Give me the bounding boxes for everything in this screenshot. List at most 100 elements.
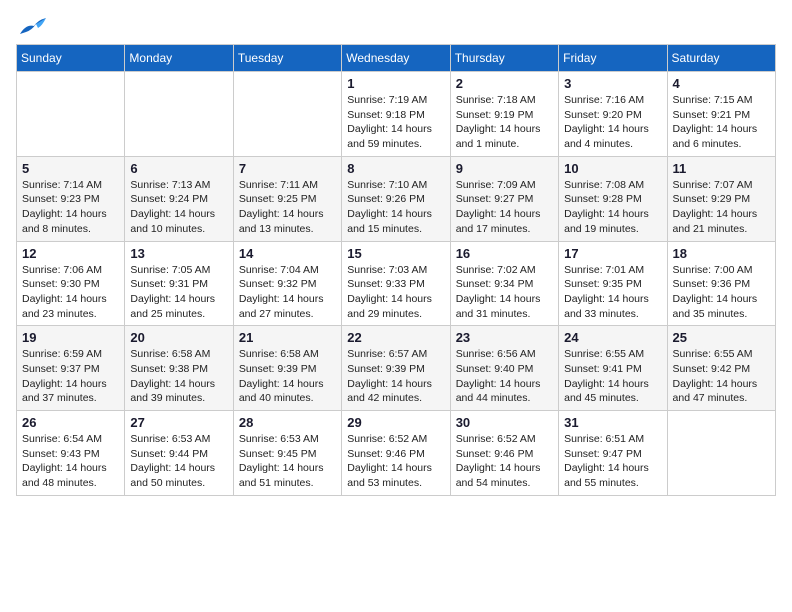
day-info: Sunrise: 7:01 AM Sunset: 9:35 PM Dayligh… xyxy=(564,263,661,322)
day-info: Sunrise: 7:13 AM Sunset: 9:24 PM Dayligh… xyxy=(130,178,227,237)
day-info: Sunrise: 7:08 AM Sunset: 9:28 PM Dayligh… xyxy=(564,178,661,237)
day-info: Sunrise: 7:00 AM Sunset: 9:36 PM Dayligh… xyxy=(673,263,770,322)
calendar-cell: 8 Sunrise: 7:10 AM Sunset: 9:26 PM Daylig… xyxy=(342,156,450,241)
calendar-cell: 9 Sunrise: 7:09 AM Sunset: 9:27 PM Daylig… xyxy=(450,156,558,241)
day-info: Sunrise: 7:03 AM Sunset: 9:33 PM Dayligh… xyxy=(347,263,444,322)
calendar-cell: 17 Sunrise: 7:01 AM Sunset: 9:35 PM Dayli… xyxy=(559,241,667,326)
calendar-cell: 15 Sunrise: 7:03 AM Sunset: 9:33 PM Dayli… xyxy=(342,241,450,326)
day-info: Sunrise: 6:56 AM Sunset: 9:40 PM Dayligh… xyxy=(456,347,553,406)
calendar-cell: 16 Sunrise: 7:02 AM Sunset: 9:34 PM Dayli… xyxy=(450,241,558,326)
day-info: Sunrise: 7:19 AM Sunset: 9:18 PM Dayligh… xyxy=(347,93,444,152)
day-info: Sunrise: 6:59 AM Sunset: 9:37 PM Dayligh… xyxy=(22,347,119,406)
day-number: 18 xyxy=(673,246,770,261)
calendar-week-row: 19 Sunrise: 6:59 AM Sunset: 9:37 PM Dayli… xyxy=(17,326,776,411)
weekday-header-sunday: Sunday xyxy=(17,45,125,72)
day-info: Sunrise: 7:15 AM Sunset: 9:21 PM Dayligh… xyxy=(673,93,770,152)
day-info: Sunrise: 7:14 AM Sunset: 9:23 PM Dayligh… xyxy=(22,178,119,237)
day-number: 24 xyxy=(564,330,661,345)
day-info: Sunrise: 6:55 AM Sunset: 9:42 PM Dayligh… xyxy=(673,347,770,406)
day-number: 1 xyxy=(347,76,444,91)
day-number: 31 xyxy=(564,415,661,430)
day-info: Sunrise: 7:04 AM Sunset: 9:32 PM Dayligh… xyxy=(239,263,336,322)
calendar-cell: 23 Sunrise: 6:56 AM Sunset: 9:40 PM Dayli… xyxy=(450,326,558,411)
calendar-table: SundayMondayTuesdayWednesdayThursdayFrid… xyxy=(16,44,776,496)
day-number: 30 xyxy=(456,415,553,430)
page-header xyxy=(16,16,776,36)
calendar-cell: 5 Sunrise: 7:14 AM Sunset: 9:23 PM Daylig… xyxy=(17,156,125,241)
day-number: 6 xyxy=(130,161,227,176)
day-number: 5 xyxy=(22,161,119,176)
day-number: 8 xyxy=(347,161,444,176)
calendar-cell: 29 Sunrise: 6:52 AM Sunset: 9:46 PM Dayli… xyxy=(342,411,450,496)
day-info: Sunrise: 7:07 AM Sunset: 9:29 PM Dayligh… xyxy=(673,178,770,237)
calendar-week-row: 1 Sunrise: 7:19 AM Sunset: 9:18 PM Daylig… xyxy=(17,72,776,157)
calendar-week-row: 5 Sunrise: 7:14 AM Sunset: 9:23 PM Daylig… xyxy=(17,156,776,241)
day-number: 2 xyxy=(456,76,553,91)
day-number: 12 xyxy=(22,246,119,261)
calendar-cell: 28 Sunrise: 6:53 AM Sunset: 9:45 PM Dayli… xyxy=(233,411,341,496)
calendar-cell xyxy=(233,72,341,157)
day-number: 3 xyxy=(564,76,661,91)
day-info: Sunrise: 7:10 AM Sunset: 9:26 PM Dayligh… xyxy=(347,178,444,237)
day-info: Sunrise: 6:58 AM Sunset: 9:39 PM Dayligh… xyxy=(239,347,336,406)
calendar-week-row: 26 Sunrise: 6:54 AM Sunset: 9:43 PM Dayli… xyxy=(17,411,776,496)
calendar-week-row: 12 Sunrise: 7:06 AM Sunset: 9:30 PM Dayli… xyxy=(17,241,776,326)
day-number: 14 xyxy=(239,246,336,261)
calendar-cell: 1 Sunrise: 7:19 AM Sunset: 9:18 PM Daylig… xyxy=(342,72,450,157)
calendar-cell: 30 Sunrise: 6:52 AM Sunset: 9:46 PM Dayli… xyxy=(450,411,558,496)
weekday-header-monday: Monday xyxy=(125,45,233,72)
calendar-cell: 24 Sunrise: 6:55 AM Sunset: 9:41 PM Dayli… xyxy=(559,326,667,411)
calendar-cell: 2Sunrise: 7:18 AM Sunset: 9:19 PM Daylig… xyxy=(450,72,558,157)
day-info: Sunrise: 7:06 AM Sunset: 9:30 PM Dayligh… xyxy=(22,263,119,322)
calendar-cell xyxy=(667,411,775,496)
day-info: Sunrise: 7:02 AM Sunset: 9:34 PM Dayligh… xyxy=(456,263,553,322)
calendar-cell: 27 Sunrise: 6:53 AM Sunset: 9:44 PM Dayli… xyxy=(125,411,233,496)
day-info: Sunrise: 7:16 AM Sunset: 9:20 PM Dayligh… xyxy=(564,93,661,152)
calendar-cell: 26 Sunrise: 6:54 AM Sunset: 9:43 PM Dayli… xyxy=(17,411,125,496)
calendar-cell: 6 Sunrise: 7:13 AM Sunset: 9:24 PM Daylig… xyxy=(125,156,233,241)
day-number: 28 xyxy=(239,415,336,430)
weekday-header-wednesday: Wednesday xyxy=(342,45,450,72)
day-number: 23 xyxy=(456,330,553,345)
day-number: 10 xyxy=(564,161,661,176)
day-number: 11 xyxy=(673,161,770,176)
calendar-cell: 12 Sunrise: 7:06 AM Sunset: 9:30 PM Dayli… xyxy=(17,241,125,326)
calendar-cell: 20Sunrise: 6:58 AM Sunset: 9:38 PM Dayli… xyxy=(125,326,233,411)
day-number: 15 xyxy=(347,246,444,261)
day-info: Sunrise: 6:55 AM Sunset: 9:41 PM Dayligh… xyxy=(564,347,661,406)
calendar-cell: 4Sunrise: 7:15 AM Sunset: 9:21 PM Daylig… xyxy=(667,72,775,157)
day-info: Sunrise: 6:54 AM Sunset: 9:43 PM Dayligh… xyxy=(22,432,119,491)
calendar-cell: 11 Sunrise: 7:07 AM Sunset: 9:29 PM Dayli… xyxy=(667,156,775,241)
day-info: Sunrise: 7:11 AM Sunset: 9:25 PM Dayligh… xyxy=(239,178,336,237)
calendar-cell: 25 Sunrise: 6:55 AM Sunset: 9:42 PM Dayli… xyxy=(667,326,775,411)
weekday-header-thursday: Thursday xyxy=(450,45,558,72)
day-number: 26 xyxy=(22,415,119,430)
calendar-cell xyxy=(125,72,233,157)
day-number: 17 xyxy=(564,246,661,261)
calendar-cell: 31Sunrise: 6:51 AM Sunset: 9:47 PM Dayli… xyxy=(559,411,667,496)
day-number: 13 xyxy=(130,246,227,261)
day-info: Sunrise: 6:53 AM Sunset: 9:44 PM Dayligh… xyxy=(130,432,227,491)
day-number: 21 xyxy=(239,330,336,345)
weekday-header-saturday: Saturday xyxy=(667,45,775,72)
day-number: 19 xyxy=(22,330,119,345)
day-info: Sunrise: 7:05 AM Sunset: 9:31 PM Dayligh… xyxy=(130,263,227,322)
day-number: 16 xyxy=(456,246,553,261)
day-number: 20 xyxy=(130,330,227,345)
calendar-cell: 21 Sunrise: 6:58 AM Sunset: 9:39 PM Dayli… xyxy=(233,326,341,411)
day-info: Sunrise: 7:09 AM Sunset: 9:27 PM Dayligh… xyxy=(456,178,553,237)
calendar-cell: 7Sunrise: 7:11 AM Sunset: 9:25 PM Daylig… xyxy=(233,156,341,241)
calendar-cell xyxy=(17,72,125,157)
day-info: Sunrise: 6:57 AM Sunset: 9:39 PM Dayligh… xyxy=(347,347,444,406)
day-number: 27 xyxy=(130,415,227,430)
day-number: 29 xyxy=(347,415,444,430)
calendar-cell: 10 Sunrise: 7:08 AM Sunset: 9:28 PM Dayli… xyxy=(559,156,667,241)
calendar-header-row: SundayMondayTuesdayWednesdayThursdayFrid… xyxy=(17,45,776,72)
day-info: Sunrise: 6:53 AM Sunset: 9:45 PM Dayligh… xyxy=(239,432,336,491)
calendar-cell: 18 Sunrise: 7:00 AM Sunset: 9:36 PM Dayli… xyxy=(667,241,775,326)
day-info: Sunrise: 6:52 AM Sunset: 9:46 PM Dayligh… xyxy=(347,432,444,491)
calendar-cell: 3 Sunrise: 7:16 AM Sunset: 9:20 PM Daylig… xyxy=(559,72,667,157)
day-number: 25 xyxy=(673,330,770,345)
day-number: 9 xyxy=(456,161,553,176)
day-info: Sunrise: 6:52 AM Sunset: 9:46 PM Dayligh… xyxy=(456,432,553,491)
